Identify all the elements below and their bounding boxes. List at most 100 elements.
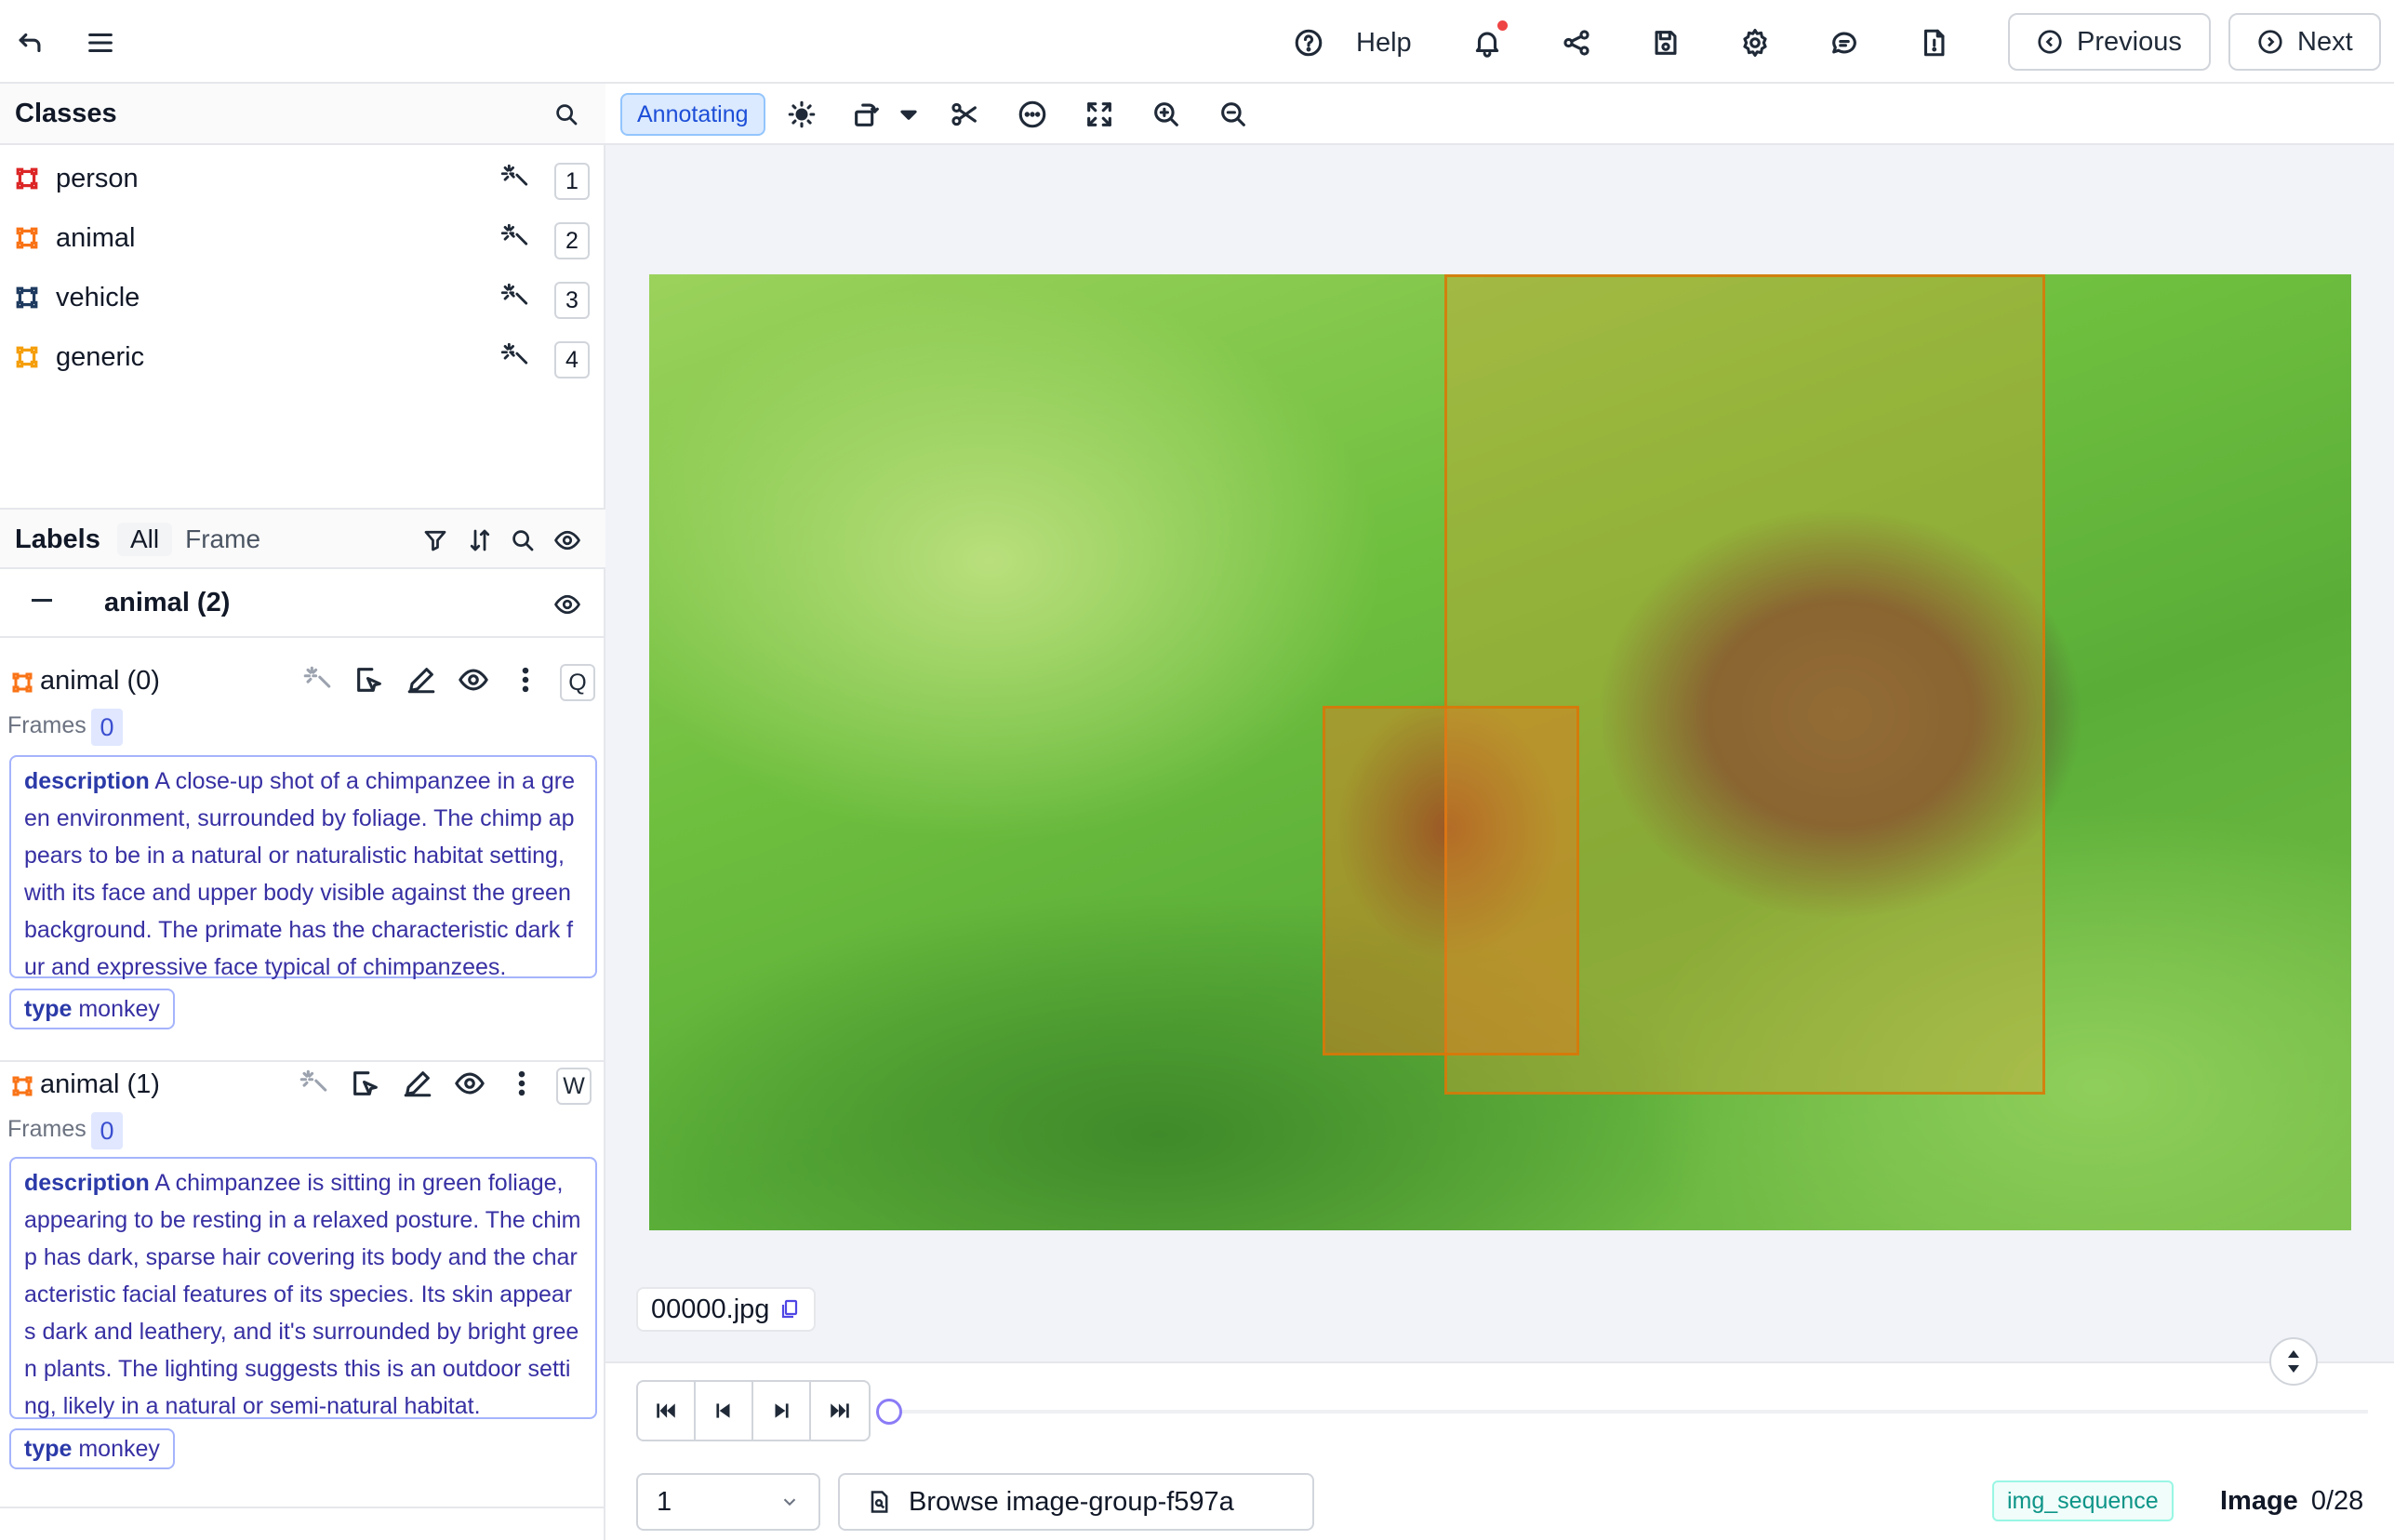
frames-value[interactable]: 0 xyxy=(91,709,123,746)
label-tools xyxy=(301,664,541,700)
step-back-icon xyxy=(716,1403,730,1418)
bounding-box-icon xyxy=(15,166,39,191)
eye-icon[interactable] xyxy=(454,1068,485,1104)
previous-label: Previous xyxy=(2077,26,2182,57)
magic-wand-icon[interactable] xyxy=(499,281,532,314)
label-card[interactable]: animal (1) W Frames 0 description A chim… xyxy=(0,1064,605,1508)
frames-value[interactable]: 0 xyxy=(91,1112,123,1149)
browse-button[interactable]: Browse image-group-f597a xyxy=(838,1473,1314,1531)
tab-all[interactable]: All xyxy=(117,523,173,556)
fit-screen-icon[interactable] xyxy=(1082,97,1117,132)
eye-icon[interactable] xyxy=(458,664,489,700)
class-name: generic xyxy=(56,342,145,372)
previous-frame-button[interactable] xyxy=(696,1382,753,1440)
type-attribute[interactable]: type monkey xyxy=(9,1428,175,1469)
rotate-icon[interactable] xyxy=(849,97,884,132)
previous-button[interactable]: Previous xyxy=(2008,13,2211,71)
frame-select[interactable]: 1 xyxy=(636,1473,820,1531)
description-attribute[interactable]: description A chimpanzee is sitting in g… xyxy=(9,1157,597,1419)
eye-icon[interactable] xyxy=(551,524,584,557)
image-counter: Image 0/28 xyxy=(2220,1486,2363,1517)
hotkey-badge: W xyxy=(556,1068,592,1105)
magic-wand-icon[interactable] xyxy=(499,221,532,255)
sort-icon[interactable] xyxy=(463,524,497,557)
playback-controls xyxy=(636,1380,871,1441)
next-frame-button[interactable] xyxy=(753,1382,811,1440)
magic-wand-icon[interactable] xyxy=(298,1068,329,1104)
search-icon[interactable] xyxy=(550,98,583,131)
comments-icon[interactable] xyxy=(1826,24,1863,61)
skip-to-start-icon xyxy=(657,1403,675,1418)
copy-icon[interactable] xyxy=(778,1298,801,1321)
back-icon[interactable] xyxy=(11,24,48,61)
report-file-icon[interactable] xyxy=(1915,24,1952,61)
save-icon[interactable] xyxy=(1647,24,1684,61)
frames-label: Frames xyxy=(7,1116,86,1142)
bounding-box-icon xyxy=(11,1075,33,1097)
timeline-track[interactable] xyxy=(884,1410,2368,1414)
eye-icon[interactable] xyxy=(551,588,584,621)
label-title: animal (1) xyxy=(40,1069,160,1099)
collapse-icon[interactable] xyxy=(32,599,52,602)
editor-toolbar: Annotating xyxy=(605,84,2394,145)
first-frame-button[interactable] xyxy=(638,1382,696,1440)
classes-header: Classes xyxy=(0,84,605,145)
zoom-in-icon[interactable] xyxy=(1149,97,1184,132)
attribute-key: type xyxy=(24,1436,73,1462)
file-search-icon xyxy=(871,1491,888,1513)
class-row-generic[interactable]: generic 4 xyxy=(0,329,605,389)
magic-wand-icon[interactable] xyxy=(499,162,532,195)
mode-badge[interactable]: Annotating xyxy=(620,93,765,136)
next-button[interactable]: Next xyxy=(2228,13,2381,71)
caret-down-icon[interactable] xyxy=(891,97,926,132)
magic-wand-icon[interactable] xyxy=(301,664,333,700)
filename-badge: 00000.jpg xyxy=(636,1287,817,1332)
zoom-out-icon[interactable] xyxy=(1216,97,1251,132)
help-label[interactable]: Help xyxy=(1356,28,1412,59)
class-row-vehicle[interactable]: vehicle 3 xyxy=(0,270,605,329)
description-attribute[interactable]: description A close-up shot of a chimpan… xyxy=(9,755,597,980)
last-frame-button[interactable] xyxy=(811,1382,869,1440)
bounding-box-animal-0[interactable] xyxy=(1323,706,1579,1055)
class-name: animal xyxy=(56,223,136,253)
browse-label: Browse image-group-f597a xyxy=(909,1486,1234,1517)
chevron-left-circle-icon xyxy=(2038,30,2062,54)
filter-icon[interactable] xyxy=(419,524,452,557)
pencil-icon[interactable] xyxy=(406,664,437,700)
brightness-icon[interactable] xyxy=(784,97,819,132)
scissors-icon[interactable] xyxy=(947,97,982,132)
label-group-animal[interactable]: animal (2) xyxy=(0,571,605,638)
more-vertical-icon[interactable] xyxy=(506,1068,538,1104)
timeline-handle[interactable] xyxy=(876,1399,902,1425)
select-cursor-icon[interactable] xyxy=(350,1068,381,1104)
top-bar: Help Previous Next xyxy=(0,0,2394,84)
help-icon[interactable] xyxy=(1290,24,1327,61)
tab-frame[interactable]: Frame xyxy=(172,523,273,556)
frames-label: Frames xyxy=(7,712,86,738)
frame-select-value: 1 xyxy=(657,1486,672,1517)
class-row-person[interactable]: person 1 xyxy=(0,151,605,210)
bounding-box-icon xyxy=(15,345,39,369)
image-counter-value: 0/28 xyxy=(2310,1486,2364,1516)
annotation-canvas[interactable] xyxy=(649,274,2351,1230)
search-icon[interactable] xyxy=(506,524,539,557)
hotkey-badge: 1 xyxy=(554,163,590,200)
label-card[interactable]: animal (0) Q Frames 0 description A clos… xyxy=(0,660,605,1062)
pencil-icon[interactable] xyxy=(402,1068,433,1104)
menu-icon[interactable] xyxy=(82,24,119,61)
comment-icon[interactable] xyxy=(1015,97,1050,132)
magic-wand-icon[interactable] xyxy=(499,340,532,374)
more-vertical-icon[interactable] xyxy=(510,664,541,700)
step-forward-icon xyxy=(775,1403,789,1418)
attribute-key: type xyxy=(24,996,73,1022)
settings-icon[interactable] xyxy=(1736,24,1774,61)
hotkey-badge: 3 xyxy=(554,282,590,319)
class-row-animal[interactable]: animal 2 xyxy=(0,210,605,270)
share-icon[interactable] xyxy=(1558,24,1595,61)
chevron-down-icon xyxy=(783,1498,796,1507)
skip-to-end-icon xyxy=(831,1403,849,1418)
next-label: Next xyxy=(2297,26,2353,57)
select-cursor-icon[interactable] xyxy=(353,664,385,700)
type-attribute[interactable]: type monkey xyxy=(9,989,175,1029)
expand-collapse-button[interactable] xyxy=(2269,1337,2318,1386)
